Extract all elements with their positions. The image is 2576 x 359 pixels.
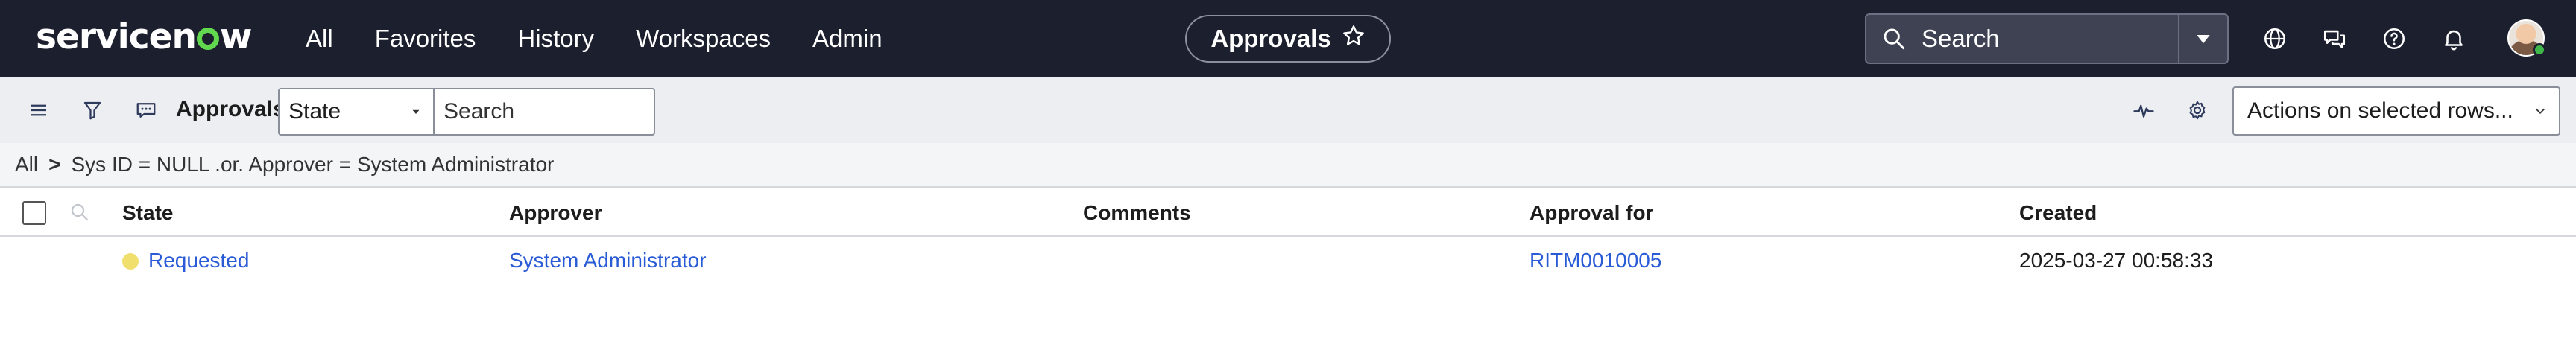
cell-approval-for[interactable]: RITM0010005: [1530, 249, 1661, 273]
nav-favorites[interactable]: Favorites: [375, 25, 476, 53]
column-header-state[interactable]: State: [122, 201, 173, 225]
search-scope-dropdown[interactable]: [2179, 15, 2227, 63]
column-header-approver[interactable]: Approver: [509, 201, 602, 225]
column-header-comments[interactable]: Comments: [1083, 201, 1191, 225]
hamburger-menu-icon[interactable]: [22, 94, 55, 127]
context-title: Approvals: [1210, 25, 1331, 52]
header-icon-group: [2258, 19, 2470, 58]
actions-select-value: Actions on selected rows...: [2247, 98, 2513, 123]
breadcrumb-separator: >: [48, 153, 61, 176]
online-status-badge: [2533, 43, 2546, 57]
logo-o-mark: [196, 28, 219, 50]
list-title: Approvals: [176, 97, 285, 121]
context-title-pill[interactable]: Approvals: [1185, 15, 1391, 63]
help-icon[interactable]: [2378, 22, 2411, 55]
state-indicator-dot: [122, 253, 139, 270]
caret-down-icon: [412, 109, 420, 114]
settings-gear-icon[interactable]: [2181, 94, 2214, 127]
servicenow-logo[interactable]: servicen w: [36, 15, 252, 60]
actions-on-selected-rows-select[interactable]: Actions on selected rows...: [2232, 86, 2560, 136]
nav-all[interactable]: All: [306, 25, 333, 53]
activity-stream-icon[interactable]: [130, 94, 162, 127]
list-toolbar: Approvals State Search Actions on select…: [0, 77, 2576, 143]
column-header-created[interactable]: Created: [2019, 201, 2097, 225]
bell-icon[interactable]: [2437, 22, 2470, 55]
user-avatar[interactable]: [2507, 19, 2546, 57]
cell-state[interactable]: Requested: [148, 249, 249, 273]
logo-text-n: n: [171, 16, 197, 57]
nav-admin[interactable]: Admin: [812, 25, 883, 53]
search-field-select[interactable]: State: [278, 88, 435, 136]
table-row: Requested System Administrator RITM00100…: [0, 237, 2576, 285]
list-search-input[interactable]: Search: [433, 88, 655, 136]
breadcrumb: All > Sys ID = NULL .or. Approver = Syst…: [0, 143, 2576, 188]
breadcrumb-condition[interactable]: Sys ID = NULL .or. Approver = System Adm…: [71, 153, 554, 177]
cell-approver[interactable]: System Administrator: [509, 249, 707, 273]
chevron-down-icon: [2535, 108, 2545, 115]
cell-created: 2025-03-27 00:58:33: [2019, 249, 2213, 272]
global-search-input[interactable]: Search: [1922, 25, 2178, 53]
select-all-checkbox[interactable]: [22, 201, 46, 225]
nav-history[interactable]: History: [517, 25, 594, 53]
table-header: State Approver Comments Approval for Cre…: [0, 188, 2576, 237]
star-favorite-icon[interactable]: [1342, 24, 1366, 54]
logo-text-w: w: [219, 16, 252, 57]
globe-icon[interactable]: [2258, 22, 2291, 55]
pulse-icon[interactable]: [2127, 94, 2160, 127]
global-search[interactable]: Search: [1865, 13, 2229, 64]
filter-icon[interactable]: [76, 94, 109, 127]
main-menu: All Favorites History Workspaces Admin: [306, 0, 924, 77]
column-search-icon[interactable]: [69, 201, 92, 225]
list-search-placeholder: Search: [443, 99, 515, 124]
nav-workspaces[interactable]: Workspaces: [636, 25, 771, 53]
search-icon: [1881, 26, 1907, 51]
search-field-value: State: [288, 99, 341, 124]
breadcrumb-all[interactable]: All: [15, 153, 38, 177]
logo-text: service: [36, 16, 173, 57]
caret-down-icon: [2197, 35, 2210, 44]
top-navigation-bar: servicen w All Favorites History Workspac…: [0, 0, 2576, 77]
chat-icon[interactable]: [2318, 22, 2351, 55]
column-header-approval-for[interactable]: Approval for: [1530, 201, 1653, 225]
